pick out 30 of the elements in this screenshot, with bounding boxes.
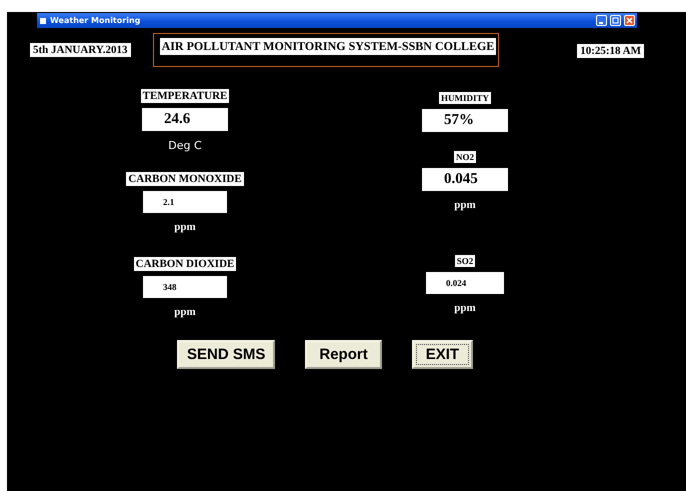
date-label: 5th JANUARY.2013 bbox=[30, 43, 131, 57]
value-field: 348 bbox=[143, 276, 227, 298]
sensor-label: NO2 bbox=[454, 151, 476, 163]
value-field: 0.045 bbox=[422, 168, 508, 191]
sensor-label: TEMPERATURE bbox=[140, 89, 230, 103]
time-label: 10:25:18 AM bbox=[577, 44, 644, 58]
unit-label: ppm bbox=[454, 302, 476, 314]
minimize-button[interactable] bbox=[596, 15, 607, 26]
value-field: 2.1 bbox=[143, 191, 227, 213]
unit-label: ppm bbox=[174, 306, 196, 318]
form-button[interactable]: Report bbox=[305, 340, 382, 369]
app-icon bbox=[39, 16, 47, 24]
form-button[interactable]: SEND SMS bbox=[177, 340, 276, 369]
sensor-label: CARBON MONOXIDE bbox=[126, 172, 244, 186]
heading: AIR POLLUTANT MONITORING SYSTEM-SSBN COLLEGE bbox=[160, 38, 496, 55]
sensor-label: SO2 bbox=[454, 255, 476, 267]
sensor-label: HUMIDITY bbox=[438, 92, 491, 104]
window-title: Weather Monitoring bbox=[50, 16, 142, 25]
unit-label: ppm bbox=[454, 199, 476, 211]
sensor-label: CARBON DIOXIDE bbox=[134, 257, 236, 271]
restore-icon bbox=[612, 17, 619, 24]
value-field: 24.6 bbox=[142, 108, 228, 131]
value-field: 57% bbox=[422, 109, 508, 132]
unit-label: ppm bbox=[174, 221, 196, 233]
form-button[interactable]: EXIT bbox=[412, 340, 474, 369]
close-button[interactable] bbox=[624, 15, 635, 26]
restore-button[interactable] bbox=[610, 15, 621, 26]
value-field: 0.024 bbox=[426, 272, 504, 294]
unit-label: Deg C bbox=[168, 139, 202, 152]
close-icon bbox=[626, 17, 633, 24]
